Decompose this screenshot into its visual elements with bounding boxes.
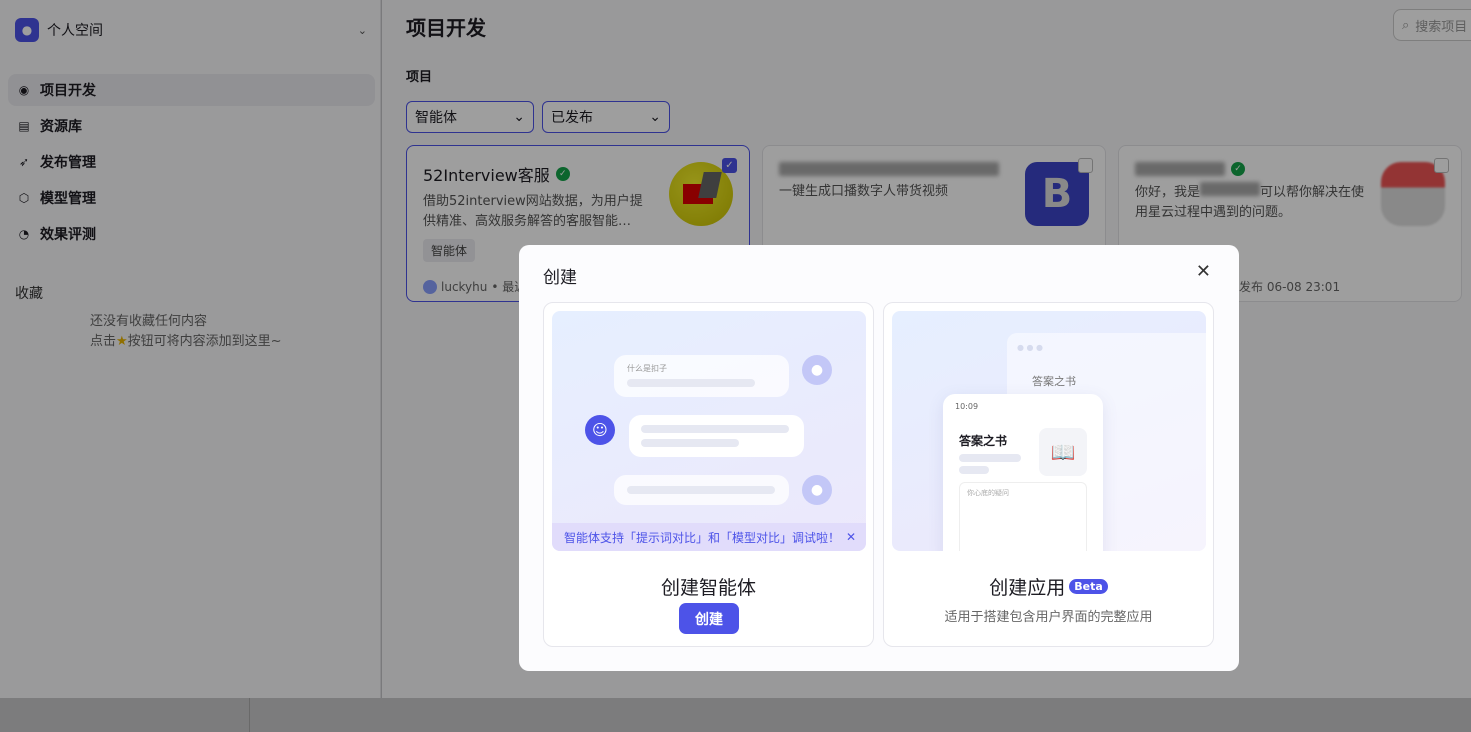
create-dialog: 创建 ✕ 什么是扣子 ● ☺ ● 智能体支持「提示词对比」和「模型对比」调试啦！… [519, 245, 1239, 671]
book-icon: 📖 [1039, 428, 1087, 476]
sample-question: 什么是扣子 [627, 364, 667, 373]
feature-tip: 智能体支持「提示词对比」和「模型对比」调试啦！ ✕ [552, 523, 866, 551]
option-title: 创建应用 [989, 577, 1066, 599]
create-agent-option[interactable]: 什么是扣子 ● ☺ ● 智能体支持「提示词对比」和「模型对比」调试啦！ ✕ 创建智… [543, 302, 874, 647]
tip-text: 智能体支持「提示词对比」和「模型对比」调试啦！ [564, 530, 841, 545]
app-title: 答案之书 [959, 434, 1008, 448]
phone-time: 10:09 [955, 402, 979, 411]
dialog-title: 创建 [543, 268, 577, 288]
user-icon: ● [802, 475, 832, 505]
user-icon: ● [802, 355, 832, 385]
bot-icon: ☺ [585, 415, 615, 445]
beta-badge: Beta [1069, 579, 1108, 594]
agent-illustration: 什么是扣子 ● ☺ ● 智能体支持「提示词对比」和「模型对比」调试啦！ ✕ [552, 311, 866, 551]
option-desc: 适用于搭建包含用户界面的完整应用 [944, 610, 1153, 625]
create-agent-button[interactable]: 创建 [679, 603, 739, 634]
close-icon[interactable]: ✕ [846, 530, 856, 544]
app-illustration: ● ● ● 答案之书 10:09 答案之书 📖 你心底的疑问 [892, 311, 1206, 551]
create-app-option[interactable]: ● ● ● 答案之书 10:09 答案之书 📖 你心底的疑问 创建应用 Beta … [883, 302, 1214, 647]
close-icon[interactable]: ✕ [1196, 261, 1211, 282]
app-title-bg: 答案之书 [1032, 375, 1076, 388]
option-title: 创建智能体 [660, 577, 756, 599]
input-placeholder: 你心底的疑问 [967, 489, 1009, 497]
